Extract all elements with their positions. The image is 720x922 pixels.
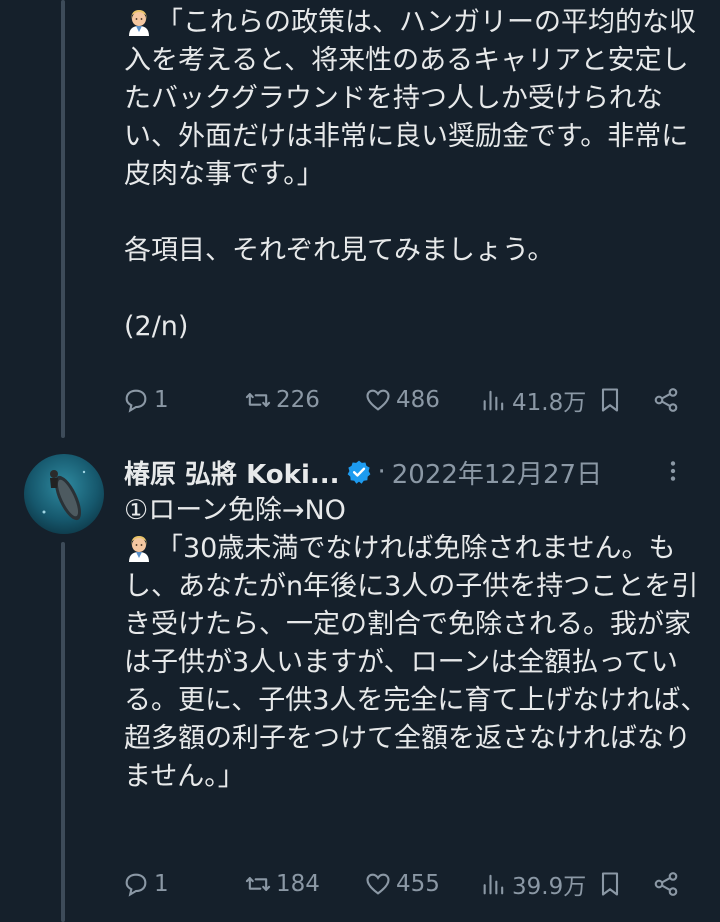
more-button[interactable] — [660, 458, 686, 491]
tweet-2-body: 「30歳未満でなければ免除されません。もし、あなたがn年後に3人の子供を持つこと… — [124, 530, 710, 796]
bookmark-button[interactable] — [596, 380, 624, 420]
like-icon — [364, 386, 392, 414]
like-button[interactable]: 486 — [364, 380, 440, 420]
tweet-2-actions: 1 184 455 39.9万 — [122, 864, 694, 904]
verified-icon — [347, 460, 370, 484]
reply-icon — [122, 386, 150, 414]
views-button[interactable]: 41.8万 — [480, 380, 586, 420]
retweet-button[interactable]: 226 — [244, 380, 320, 420]
health-worker-emoji — [124, 532, 154, 562]
tweet-1-body: 「これらの政策は、ハンガリーの平均的な収入を考えると、将来性のあるキャリアと安定… — [124, 4, 710, 346]
thread-line-top — [61, 0, 65, 438]
more-icon — [670, 461, 676, 481]
reply-button[interactable]: 1 — [122, 864, 169, 904]
separator-dot: · — [377, 457, 386, 487]
views-count: 41.8万 — [512, 390, 587, 416]
bookmark-icon — [596, 386, 624, 414]
views-button[interactable]: 39.9万 — [480, 864, 586, 904]
avatar[interactable] — [24, 454, 104, 534]
retweet-count: 184 — [276, 871, 320, 897]
retweet-button[interactable]: 184 — [244, 864, 320, 904]
bookmark-button[interactable] — [596, 864, 624, 904]
reply-count: 1 — [154, 871, 169, 897]
views-icon — [480, 386, 508, 414]
share-icon — [652, 870, 680, 898]
like-count: 486 — [396, 387, 440, 413]
like-count: 455 — [396, 871, 440, 897]
author-name[interactable]: 椿原 弘將 Koki... — [124, 454, 340, 491]
reply-count: 1 — [154, 387, 169, 413]
tweet-2-header: 椿原 弘將 Koki... · 2022年12月27日 — [124, 452, 696, 492]
thread-line-bottom — [61, 542, 65, 922]
tweet-1-text: 「これらの政策は、ハンガリーの平均的な収入を考えると、将来性のあるキャリアと安定… — [124, 7, 696, 342]
tweet-date[interactable]: 2022年12月27日 — [392, 454, 602, 491]
screen: 「これらの政策は、ハンガリーの平均的な収入を考えると、将来性のあるキャリアと安定… — [0, 0, 720, 922]
reply-button[interactable]: 1 — [122, 380, 169, 420]
share-button[interactable] — [652, 380, 680, 420]
views-icon — [480, 870, 508, 898]
like-button[interactable]: 455 — [364, 864, 440, 904]
retweet-count: 226 — [276, 387, 320, 413]
health-worker-emoji — [124, 6, 154, 36]
like-icon — [364, 870, 392, 898]
views-count: 39.9万 — [512, 874, 587, 900]
share-icon — [652, 386, 680, 414]
retweet-icon — [244, 870, 272, 898]
tweet-1-actions: 1 226 486 41.8万 — [122, 380, 694, 420]
retweet-icon — [244, 386, 272, 414]
tweet-2-heading: ①ローン免除→NO — [124, 495, 346, 526]
share-button[interactable] — [652, 864, 680, 904]
reply-icon — [122, 870, 150, 898]
tweet-2-text: 「30歳未満でなければ免除されません。もし、あなたがn年後に3人の子供を持つこと… — [124, 533, 708, 792]
bookmark-icon — [596, 870, 624, 898]
